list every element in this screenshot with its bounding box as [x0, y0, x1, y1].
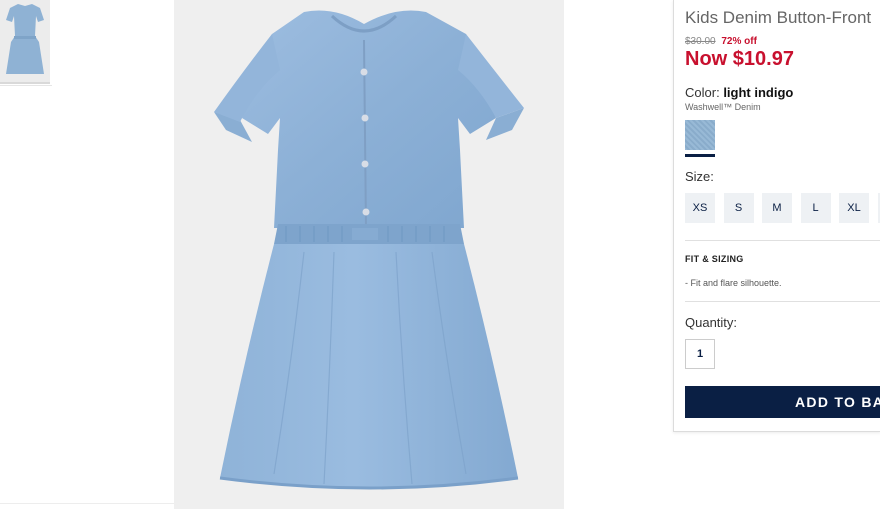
discount-badge: 72% off [721, 36, 757, 47]
size-button-xl[interactable]: XL [839, 193, 869, 223]
section-divider [685, 240, 880, 241]
size-button-m[interactable]: M [762, 193, 792, 223]
size-button-l[interactable]: L [800, 193, 831, 223]
size-label: Size: [685, 169, 714, 184]
size-button-xs[interactable]: XS [685, 193, 715, 223]
fit-bullet: - Fit and flare silhouette. [685, 278, 782, 288]
section-divider [685, 301, 880, 302]
material-label: Washwell™ Denim [685, 102, 761, 112]
product-thumbnail[interactable] [0, 0, 50, 84]
thumbnail-column [0, 0, 52, 509]
thumbnail-divider [0, 85, 52, 86]
product-info-panel: Kids Denim Button-Front $30.00 72% off N… [673, 0, 880, 432]
dress-image [174, 0, 564, 509]
color-swatch-light-indigo[interactable] [685, 120, 715, 150]
product-title: Kids Denim Button-Front [685, 8, 872, 27]
quantity-input[interactable] [685, 339, 715, 369]
color-label: Color: [685, 85, 720, 100]
gallery-bottom-line [0, 503, 174, 504]
dress-thumbnail-image [0, 0, 50, 82]
size-options: XS S M L XL [685, 193, 880, 223]
main-product-image[interactable] [174, 0, 564, 509]
original-price: $30.00 [685, 36, 716, 47]
color-value: light indigo [723, 85, 794, 100]
selected-swatch-indicator [685, 154, 715, 157]
color-line: Color: light indigo [685, 85, 793, 100]
price-line: $30.00 72% off [685, 36, 757, 47]
size-button-s[interactable]: S [723, 193, 754, 223]
sale-price: Now $10.97 [685, 48, 794, 70]
fit-sizing-heading[interactable]: FIT & SIZING [685, 254, 744, 264]
quantity-label: Quantity: [685, 315, 738, 330]
add-to-bag-button[interactable]: ADD TO BAG [685, 386, 880, 418]
